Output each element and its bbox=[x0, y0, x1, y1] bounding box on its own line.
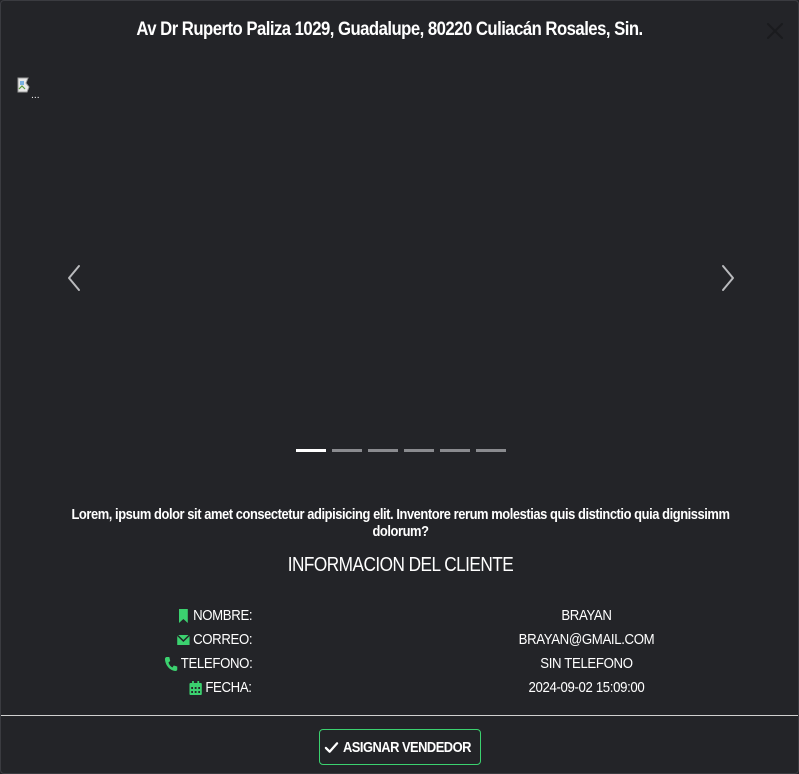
carousel-next-button[interactable] bbox=[713, 259, 741, 297]
client-phone-row: TELEFONO: SIN TELEFONO bbox=[1, 655, 798, 679]
client-name-value: BRAYAN bbox=[561, 607, 612, 624]
client-email-row: CORREO: BRAYAN@GMAIL.COM bbox=[1, 631, 798, 655]
close-icon bbox=[766, 22, 784, 40]
carousel-indicator[interactable] bbox=[368, 449, 398, 452]
client-name-row: NOMBRE: BRAYAN bbox=[1, 607, 798, 631]
check-icon bbox=[324, 741, 339, 753]
broken-image-icon: ... bbox=[17, 77, 40, 101]
assign-seller-button[interactable]: ASIGNAR VENDEDOR bbox=[319, 729, 481, 765]
carousel-indicator[interactable] bbox=[476, 449, 506, 452]
client-date-row: FECHA: 2024-09-02 15:09:00 bbox=[1, 679, 798, 703]
property-description: Lorem, ipsum dolor sit amet consectetur … bbox=[71, 506, 730, 540]
client-info-title: INFORMACION DEL CLIENTE bbox=[287, 554, 514, 576]
carousel-indicator[interactable] bbox=[296, 449, 326, 452]
assign-seller-label: ASIGNAR VENDEDOR bbox=[343, 738, 472, 756]
chevron-left-icon bbox=[68, 265, 80, 291]
carousel-indicators bbox=[296, 449, 506, 453]
client-phone-value: SIN TELEFONO bbox=[540, 655, 633, 672]
carousel-indicator[interactable] bbox=[440, 449, 470, 452]
image-carousel: ... bbox=[17, 77, 783, 467]
chevron-right-icon bbox=[722, 265, 734, 291]
modal-title: Av Dr Ruperto Paliza 1029, Guadalupe, 80… bbox=[136, 19, 643, 40]
carousel-image: ... bbox=[17, 77, 43, 101]
carousel-indicator[interactable] bbox=[332, 449, 362, 452]
close-button[interactable] bbox=[763, 19, 787, 43]
footer-divider bbox=[1, 715, 798, 716]
svg-text:...: ... bbox=[31, 91, 40, 99]
carousel-indicator[interactable] bbox=[404, 449, 434, 452]
carousel-prev-button[interactable] bbox=[61, 259, 89, 297]
modal-dialog: Av Dr Ruperto Paliza 1029, Guadalupe, 80… bbox=[0, 0, 799, 774]
client-email-value: BRAYAN@GMAIL.COM bbox=[518, 631, 655, 648]
client-date-value: 2024-09-02 15:09:00 bbox=[528, 679, 645, 696]
